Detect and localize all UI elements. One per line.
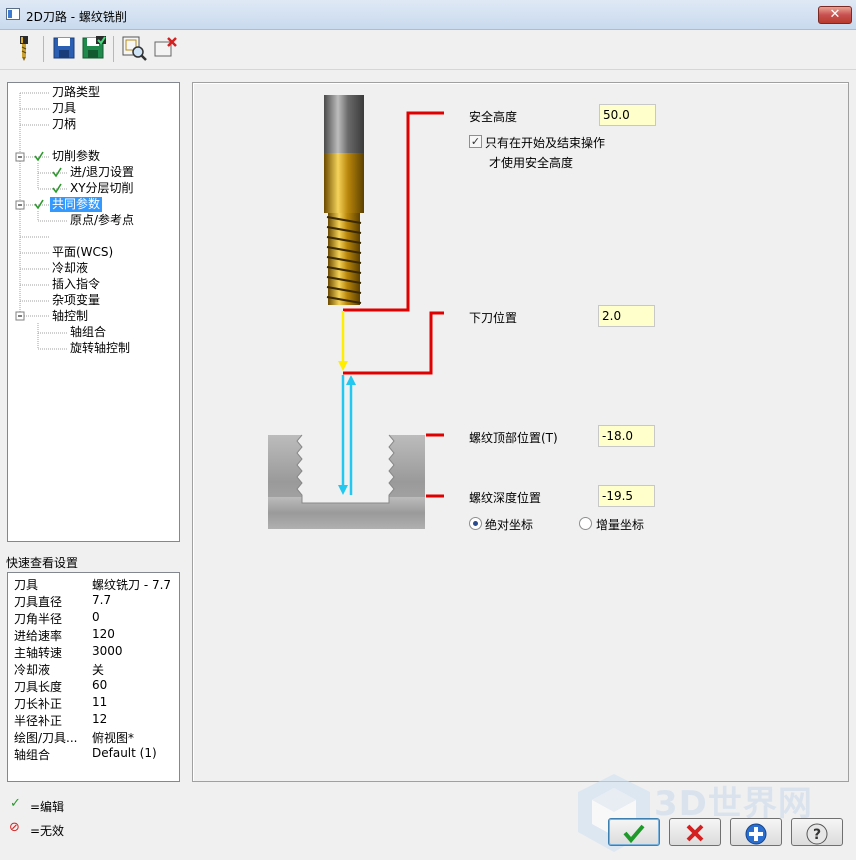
absolute-radio[interactable] — [469, 517, 482, 530]
close-button[interactable]: ✕ — [818, 6, 852, 24]
tree-item-misc-values[interactable]: 杂项变量 — [52, 293, 100, 308]
apply-button[interactable] — [730, 818, 782, 846]
plus-icon — [745, 823, 767, 845]
thread-depth-label: 螺纹深度位置 — [469, 491, 542, 505]
quick-view-title: 快速查看设置 — [6, 556, 79, 570]
quick-label: 绘图/刀具... — [14, 731, 78, 745]
quick-view-panel: 刀具 螺纹铣刀 - 7.7 刀具直径 7.7 刀角半径 0 进给速率 120 主轴转速 3… — [7, 572, 180, 782]
only-start-end-label-2: 才使用安全高度 — [489, 156, 574, 170]
quick-label: 刀具直径 — [14, 595, 63, 609]
app-icon — [6, 8, 20, 20]
disabled-icon: ⊘ — [9, 820, 20, 835]
tree-item-home-ref-points[interactable]: 原点/参考点 — [70, 213, 134, 228]
safe-height-input[interactable]: 50.0 — [599, 104, 656, 126]
tree-item-tool[interactable]: 刀具 — [52, 101, 76, 116]
edited-check-icon: ✓ — [10, 796, 21, 811]
tree-item-lead-in-out[interactable]: 进/退刀设置 — [70, 165, 134, 180]
tree-item-canned-text[interactable]: 插入指令 — [52, 277, 100, 292]
quick-label: 主轴转速 — [14, 646, 63, 660]
legend-disabled: =无效 — [30, 824, 65, 838]
save-as-icon[interactable] — [80, 34, 108, 62]
tree-item-axis-control[interactable]: 轴控制 — [52, 309, 88, 324]
thread-mill-tool — [324, 95, 364, 305]
cancel-x-icon — [686, 824, 704, 842]
tree-item-planes-wcs[interactable]: 平面(WCS) — [52, 245, 113, 260]
only-start-end-checkbox[interactable]: ✓ — [469, 135, 482, 148]
delete-icon[interactable] — [152, 34, 180, 62]
quick-value: 俯视图* — [92, 731, 135, 745]
thread-top-input[interactable]: -18.0 — [598, 425, 655, 447]
incremental-radio[interactable] — [579, 517, 592, 530]
absolute-label: 绝对坐标 — [485, 518, 534, 532]
tool-icon[interactable] — [10, 34, 38, 62]
toolbar-separator — [113, 36, 114, 62]
toolbar-separator — [43, 36, 44, 62]
feed-plane-label: 下刀位置 — [469, 311, 518, 325]
watermark: 3D世界网 — [574, 770, 844, 860]
window-title: 2D刀路 - 螺纹铣削 — [26, 10, 127, 24]
check-icon — [623, 824, 645, 844]
incremental-label: 增量坐标 — [596, 518, 645, 532]
tree-item-rotary-axis-control[interactable]: 旋转轴控制 — [70, 341, 130, 356]
quick-value: 0 — [92, 610, 100, 624]
title-bar: 2D刀路 - 螺纹铣削 ✕ — [0, 0, 856, 30]
quick-value: 120 — [92, 627, 115, 641]
quick-label: 进给速率 — [14, 629, 63, 643]
save-icon[interactable] — [50, 34, 78, 62]
tree-item-axis-combination[interactable]: 轴组合 — [70, 325, 106, 340]
quick-label: 半径补正 — [14, 714, 63, 728]
safe-height-label: 安全高度 — [469, 110, 518, 124]
quick-value: 关 — [92, 663, 105, 677]
tree-item-holder[interactable]: 刀柄 — [52, 117, 76, 132]
quick-label: 刀角半径 — [14, 612, 63, 626]
quick-value: 12 — [92, 712, 108, 726]
help-icon: ? — [806, 823, 828, 845]
thread-top-label: 螺纹顶部位置(T) — [469, 431, 558, 445]
tree-item-xy-stepover[interactable]: XY分层切削 — [70, 181, 134, 196]
quick-value: Default (1) — [92, 746, 157, 760]
tree-item-coolant[interactable]: 冷却液 — [52, 261, 88, 276]
feed-plane-input[interactable]: 2.0 — [598, 305, 655, 327]
tree-item-cut-params[interactable]: 切削参数 — [52, 149, 100, 164]
quick-value: 11 — [92, 695, 108, 709]
quick-value: 7.7 — [92, 593, 112, 607]
help-button[interactable]: ? — [791, 818, 843, 846]
quick-label: 轴组合 — [14, 748, 51, 762]
quick-label: 刀具 — [14, 578, 39, 592]
tree-item-toolpath-type[interactable]: 刀路类型 — [52, 85, 100, 100]
quick-label: 刀具长度 — [14, 680, 63, 694]
workpiece — [268, 434, 425, 529]
ok-button[interactable] — [608, 818, 660, 846]
tree-item-linking-params[interactable]: 共同参数 — [50, 197, 103, 212]
parameter-tree: 刀路类型 刀具 刀柄 切削参数 进/退刀设置 XY分层切削 共同参数 原点/参考… — [7, 82, 180, 542]
svg-text:?: ? — [813, 827, 821, 843]
preview-icon[interactable] — [120, 34, 148, 62]
quick-value: 60 — [92, 678, 108, 692]
quick-value: 螺纹铣刀 - 7.7 — [92, 578, 172, 592]
only-start-end-label: 只有在开始及结束操作 — [485, 136, 606, 150]
quick-value: 3000 — [92, 644, 123, 658]
quick-label: 刀长补正 — [14, 697, 63, 711]
toolbar — [0, 30, 856, 70]
linking-params-panel: 安全高度 50.0 ✓ 只有在开始及结束操作 才使用安全高度 下刀位置 2.0 … — [192, 82, 849, 782]
legend-edited: =编辑 — [30, 800, 65, 814]
feed-arrow — [338, 311, 348, 371]
quick-label: 冷却液 — [14, 663, 51, 677]
cancel-button[interactable] — [669, 818, 721, 846]
thread-depth-input[interactable]: -19.5 — [598, 485, 655, 507]
